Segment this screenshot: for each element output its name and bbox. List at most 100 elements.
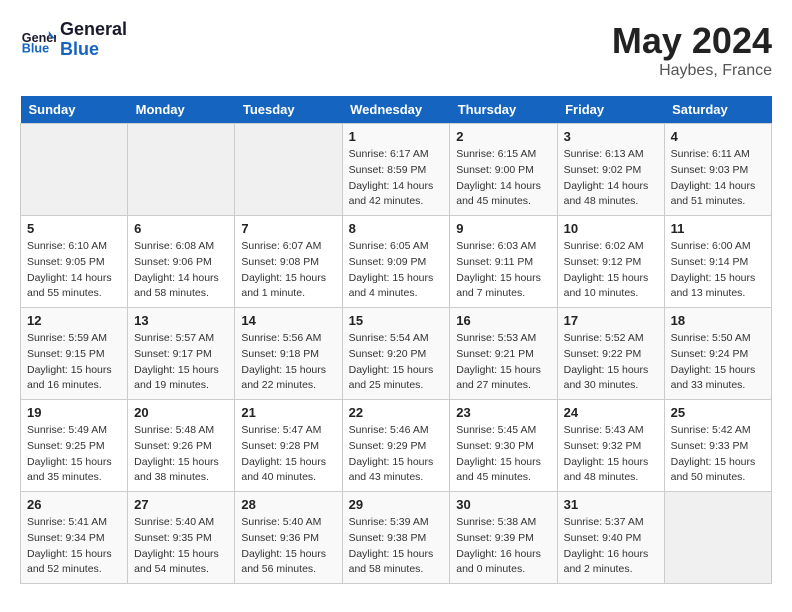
day-info: Sunrise: 5:59 AMSunset: 9:15 PMDaylight:… [27,331,121,394]
day-info: Sunrise: 5:40 AMSunset: 9:35 PMDaylight:… [134,515,228,578]
calendar-cell: 15 Sunrise: 5:54 AMSunset: 9:20 PMDayligh… [342,308,450,400]
calendar-cell: 3 Sunrise: 6:13 AMSunset: 9:02 PMDaylight… [557,124,664,216]
day-number: 1 [349,129,444,144]
day-info: Sunrise: 6:07 AMSunset: 9:08 PMDaylight:… [241,239,335,302]
month-title: May 2024 [612,20,772,62]
day-number: 30 [456,497,550,512]
calendar-cell: 30 Sunrise: 5:38 AMSunset: 9:39 PMDayligh… [450,492,557,584]
calendar-table: SundayMondayTuesdayWednesdayThursdayFrid… [20,96,772,584]
day-info: Sunrise: 5:49 AMSunset: 9:25 PMDaylight:… [27,423,121,486]
day-info: Sunrise: 5:54 AMSunset: 9:20 PMDaylight:… [349,331,444,394]
calendar-cell: 4 Sunrise: 6:11 AMSunset: 9:03 PMDaylight… [664,124,771,216]
day-info: Sunrise: 6:15 AMSunset: 9:00 PMDaylight:… [456,147,550,210]
calendar-cell: 28 Sunrise: 5:40 AMSunset: 9:36 PMDayligh… [235,492,342,584]
day-number: 14 [241,313,335,328]
day-info: Sunrise: 5:57 AMSunset: 9:17 PMDaylight:… [134,331,228,394]
day-number: 10 [564,221,658,236]
title-block: May 2024 Haybes, France [612,20,772,80]
day-number: 23 [456,405,550,420]
calendar-cell: 25 Sunrise: 5:42 AMSunset: 9:33 PMDayligh… [664,400,771,492]
day-info: Sunrise: 5:39 AMSunset: 9:38 PMDaylight:… [349,515,444,578]
day-number: 12 [27,313,121,328]
day-info: Sunrise: 6:11 AMSunset: 9:03 PMDaylight:… [671,147,765,210]
calendar-cell [128,124,235,216]
calendar-cell [235,124,342,216]
day-number: 22 [349,405,444,420]
calendar-week-row: 1 Sunrise: 6:17 AMSunset: 8:59 PMDaylight… [21,124,772,216]
day-number: 29 [349,497,444,512]
day-number: 25 [671,405,765,420]
weekday-header: Thursday [450,96,557,124]
calendar-cell: 14Sunrise: 5:56 AMSunset: 9:18 PMDayligh… [235,308,342,400]
calendar-cell: 16 Sunrise: 5:53 AMSunset: 9:21 PMDayligh… [450,308,557,400]
day-number: 7 [241,221,335,236]
calendar-cell: 9 Sunrise: 6:03 AMSunset: 9:11 PMDaylight… [450,216,557,308]
svg-text:Blue: Blue [22,41,49,55]
day-number: 19 [27,405,121,420]
weekday-header: Wednesday [342,96,450,124]
calendar-cell [664,492,771,584]
day-info: Sunrise: 6:08 AMSunset: 9:06 PMDaylight:… [134,239,228,302]
day-number: 4 [671,129,765,144]
day-info: Sunrise: 6:03 AMSunset: 9:11 PMDaylight:… [456,239,550,302]
calendar-cell [21,124,128,216]
day-number: 28 [241,497,335,512]
weekday-header: Monday [128,96,235,124]
day-info: Sunrise: 5:47 AMSunset: 9:28 PMDaylight:… [241,423,335,486]
day-info: Sunrise: 6:02 AMSunset: 9:12 PMDaylight:… [564,239,658,302]
day-number: 20 [134,405,228,420]
day-info: Sunrise: 5:41 AMSunset: 9:34 PMDaylight:… [27,515,121,578]
day-number: 11 [671,221,765,236]
day-number: 17 [564,313,658,328]
day-info: Sunrise: 6:10 AMSunset: 9:05 PMDaylight:… [27,239,121,302]
day-info: Sunrise: 5:37 AMSunset: 9:40 PMDaylight:… [564,515,658,578]
day-number: 31 [564,497,658,512]
day-number: 13 [134,313,228,328]
day-info: Sunrise: 5:40 AMSunset: 9:36 PMDaylight:… [241,515,335,578]
day-number: 8 [349,221,444,236]
day-info: Sunrise: 6:17 AMSunset: 8:59 PMDaylight:… [349,147,444,210]
calendar-week-row: 5 Sunrise: 6:10 AMSunset: 9:05 PMDaylight… [21,216,772,308]
calendar-cell: 11 Sunrise: 6:00 AMSunset: 9:14 PMDayligh… [664,216,771,308]
day-info: Sunrise: 5:48 AMSunset: 9:26 PMDaylight:… [134,423,228,486]
day-info: Sunrise: 6:00 AMSunset: 9:14 PMDaylight:… [671,239,765,302]
calendar-cell: 1 Sunrise: 6:17 AMSunset: 8:59 PMDaylight… [342,124,450,216]
weekday-header-row: SundayMondayTuesdayWednesdayThursdayFrid… [21,96,772,124]
page-header: General Blue General Blue May 2024 Haybe… [20,20,772,80]
weekday-header: Tuesday [235,96,342,124]
day-info: Sunrise: 5:42 AMSunset: 9:33 PMDaylight:… [671,423,765,486]
day-info: Sunrise: 6:13 AMSunset: 9:02 PMDaylight:… [564,147,658,210]
calendar-cell: 22Sunrise: 5:46 AMSunset: 9:29 PMDayligh… [342,400,450,492]
day-number: 26 [27,497,121,512]
day-number: 15 [349,313,444,328]
calendar-cell: 12 Sunrise: 5:59 AMSunset: 9:15 PMDayligh… [21,308,128,400]
day-info: Sunrise: 5:38 AMSunset: 9:39 PMDaylight:… [456,515,550,578]
calendar-cell: 6Sunrise: 6:08 AMSunset: 9:06 PMDaylight… [128,216,235,308]
calendar-cell: 8Sunrise: 6:05 AMSunset: 9:09 PMDaylight… [342,216,450,308]
day-number: 18 [671,313,765,328]
calendar-cell: 23Sunrise: 5:45 AMSunset: 9:30 PMDayligh… [450,400,557,492]
day-number: 3 [564,129,658,144]
calendar-cell: 21 Sunrise: 5:47 AMSunset: 9:28 PMDayligh… [235,400,342,492]
day-number: 16 [456,313,550,328]
day-info: Sunrise: 5:43 AMSunset: 9:32 PMDaylight:… [564,423,658,486]
calendar-cell: 20 Sunrise: 5:48 AMSunset: 9:26 PMDayligh… [128,400,235,492]
calendar-cell: 19 Sunrise: 5:49 AMSunset: 9:25 PMDayligh… [21,400,128,492]
day-number: 21 [241,405,335,420]
day-number: 5 [27,221,121,236]
day-number: 9 [456,221,550,236]
day-number: 27 [134,497,228,512]
calendar-cell: 17Sunrise: 5:52 AMSunset: 9:22 PMDayligh… [557,308,664,400]
calendar-cell: 13 Sunrise: 5:57 AMSunset: 9:17 PMDayligh… [128,308,235,400]
location: Haybes, France [612,62,772,80]
weekday-header: Friday [557,96,664,124]
day-info: Sunrise: 5:53 AMSunset: 9:21 PMDaylight:… [456,331,550,394]
calendar-cell: 2 Sunrise: 6:15 AMSunset: 9:00 PMDaylight… [450,124,557,216]
calendar-cell: 7 Sunrise: 6:07 AMSunset: 9:08 PMDaylight… [235,216,342,308]
day-number: 2 [456,129,550,144]
calendar-cell: 27 Sunrise: 5:40 AMSunset: 9:35 PMDayligh… [128,492,235,584]
calendar-cell: 5 Sunrise: 6:10 AMSunset: 9:05 PMDaylight… [21,216,128,308]
logo-icon: General Blue [20,22,56,58]
calendar-week-row: 12 Sunrise: 5:59 AMSunset: 9:15 PMDayligh… [21,308,772,400]
calendar-week-row: 26 Sunrise: 5:41 AMSunset: 9:34 PMDayligh… [21,492,772,584]
